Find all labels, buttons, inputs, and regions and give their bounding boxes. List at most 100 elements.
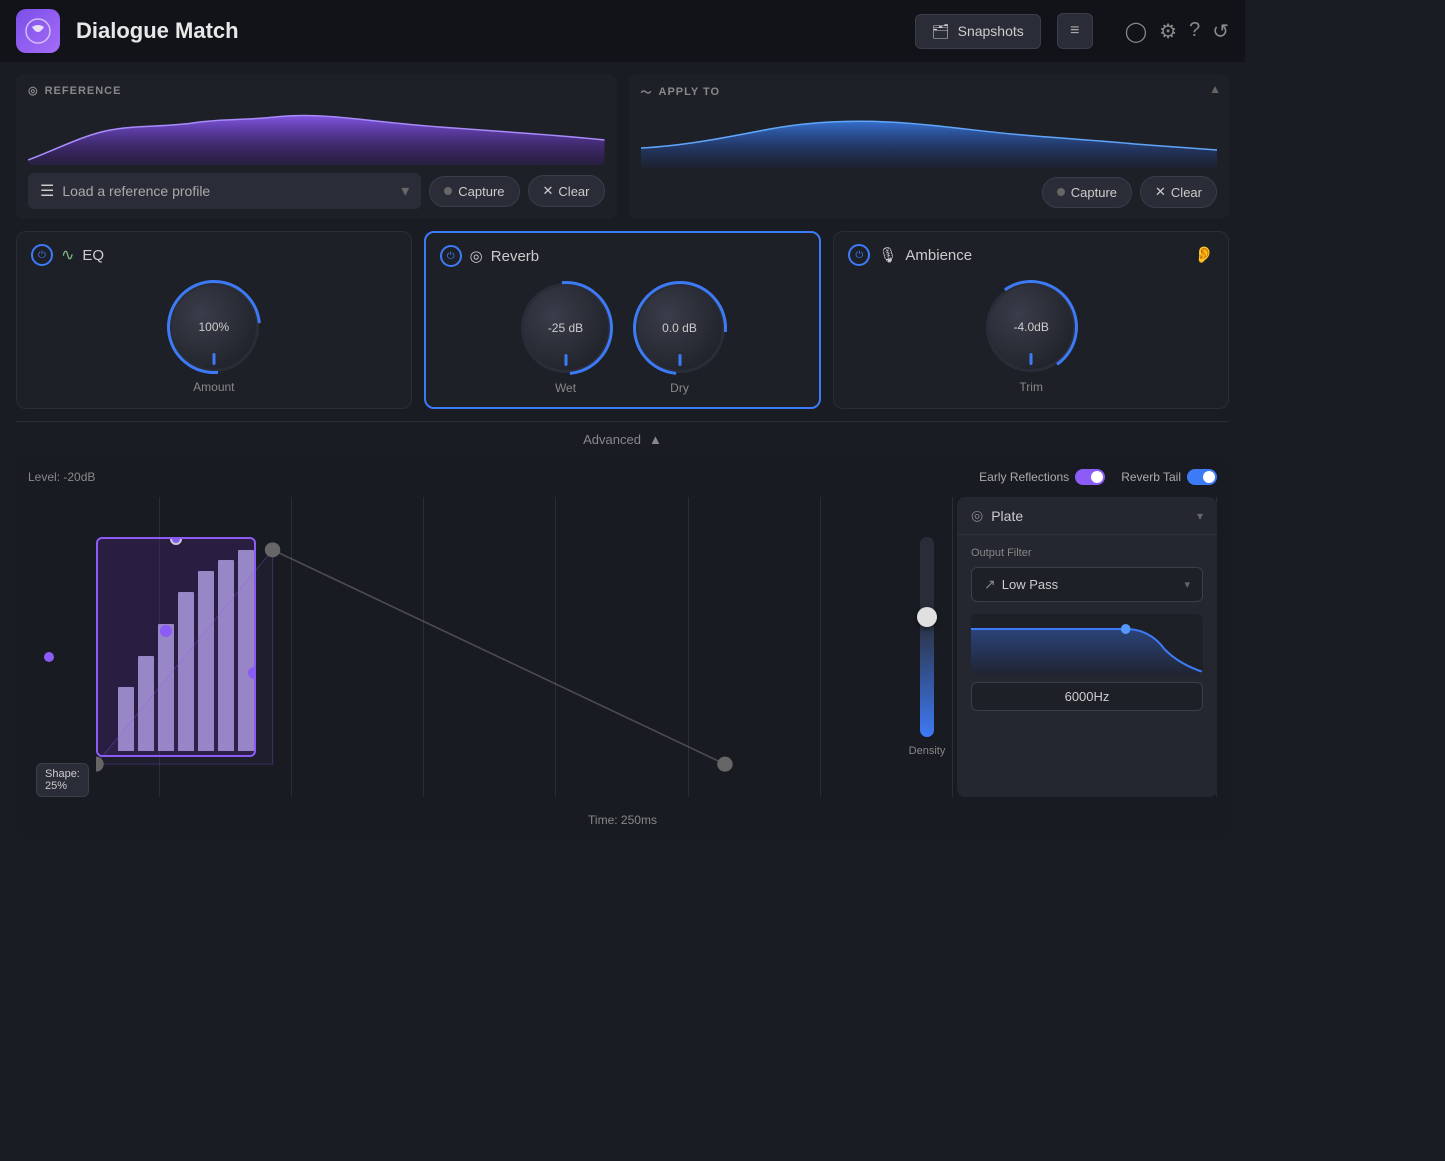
- filter-select-arrow: ▾: [1184, 578, 1190, 591]
- load-profile-dropdown[interactable]: ☰ Load a reference profile ▾: [28, 173, 421, 209]
- reverb-module-header: ⏻ ◎ Reverb: [440, 245, 806, 267]
- reference-label: ◎ REFERENCE: [28, 84, 605, 97]
- reference-clear-button[interactable]: ✕ Clear: [528, 175, 605, 207]
- reverb-icon: ◎: [470, 247, 483, 265]
- ambience-module-header: ⏻ 🎙 Ambience 👂: [848, 244, 1214, 266]
- reverb-wet-value: -25 dB: [548, 321, 583, 335]
- app-title: Dialogue Match: [76, 18, 899, 44]
- vis-toggles: Early Reflections Reverb Tail: [979, 469, 1217, 485]
- reverb-dry-label: Dry: [670, 381, 689, 395]
- chat-icon[interactable]: ◯: [1125, 19, 1147, 44]
- advanced-arrow-icon: ▲: [649, 432, 662, 447]
- reverb-dry-group: 0.0 dB Dry: [635, 283, 725, 395]
- reverb-wet-knob[interactable]: -25 dB: [521, 283, 611, 373]
- density-fill: [920, 617, 934, 737]
- apply-to-capture-button[interactable]: Capture: [1042, 177, 1132, 208]
- filter-frequency-display[interactable]: 6000Hz: [971, 682, 1203, 711]
- help-icon[interactable]: ?: [1189, 19, 1200, 44]
- ambience-power-button[interactable]: ⏻: [848, 244, 870, 266]
- ambience-module: ⏻ 🎙 Ambience 👂 -4.0dB Trim: [833, 231, 1229, 409]
- main-content: ◎ REFERENCE ☰ Loa: [0, 62, 1245, 849]
- apply-to-icon: 〜: [641, 84, 653, 100]
- dropdown-arrow: ▾: [401, 181, 409, 201]
- time-label: Time: 250ms: [588, 813, 657, 827]
- eq-amount-knob[interactable]: 100%: [169, 282, 259, 372]
- reference-waveform: [28, 105, 605, 165]
- reverb-tail-label: Reverb Tail: [1121, 470, 1181, 484]
- apply-to-section: 〜 APPLY TO Captu: [629, 74, 1230, 219]
- ref-apply-row: ◎ REFERENCE ☰ Loa: [16, 74, 1229, 219]
- plate-dropdown-arrow: ▾: [1197, 509, 1203, 523]
- eq-icon: ∿: [61, 245, 74, 265]
- early-reflections-label: Early Reflections: [979, 470, 1069, 484]
- reverb-dry-value: 0.0 dB: [662, 321, 697, 335]
- filter-type-select[interactable]: ↗ Low Pass ▾: [971, 567, 1203, 602]
- vis-top-labels: Level: -20dB Early Reflections Reverb Ta…: [28, 469, 1217, 485]
- eq-module-body: 100% Amount: [31, 282, 397, 394]
- apply-to-waveform: [641, 108, 1218, 168]
- reverb-power-button[interactable]: ⏻: [440, 245, 462, 267]
- density-label: Density: [909, 745, 946, 757]
- undo-icon[interactable]: ↺: [1212, 19, 1229, 44]
- early-reflections-toggle: Early Reflections: [979, 469, 1105, 485]
- eq-title: EQ: [82, 247, 104, 264]
- clear-x-icon: ✕: [543, 183, 554, 199]
- eq-amount-value: 100%: [198, 320, 229, 334]
- ambience-module-body: -4.0dB Trim: [848, 282, 1214, 394]
- reverb-wet-group: -25 dB Wet: [521, 283, 611, 395]
- shape-dot-indicator: [44, 652, 54, 662]
- reverb-tail-pill[interactable]: [1187, 469, 1217, 485]
- ear-icon: 👂: [1194, 245, 1214, 265]
- reverb-visualizer: Level: -20dB Early Reflections Reverb Ta…: [16, 457, 1229, 837]
- top-bar: Dialogue Match 🗂 Snapshots ≡ ◯ ⚙ ? ↺: [0, 0, 1245, 62]
- shape-dot: [44, 652, 54, 662]
- density-slider-group: Density: [897, 497, 957, 797]
- output-filter-section: Output Filter ↗ Low Pass ▾: [957, 535, 1217, 723]
- shape-badge: Shape: 25%: [36, 763, 89, 797]
- hamburger-icon: ≡: [1070, 22, 1079, 40]
- reverb-module-body: -25 dB Wet 0.0 dB Dry: [440, 283, 806, 395]
- collapse-button[interactable]: ▲: [1209, 82, 1221, 96]
- eq-module-header: ⏻ ∿ EQ: [31, 244, 397, 266]
- density-thumb[interactable]: [917, 607, 937, 627]
- ambience-trim-knob[interactable]: -4.0dB: [986, 282, 1076, 372]
- reverb-wet-label: Wet: [555, 381, 576, 395]
- reverb-tail-toggle: Reverb Tail: [1121, 469, 1217, 485]
- clear-x-icon-apply: ✕: [1155, 184, 1166, 200]
- advanced-header[interactable]: Advanced ▲: [16, 421, 1229, 447]
- snapshots-button[interactable]: 🗂 Snapshots: [915, 14, 1041, 49]
- reverb-module: ⏻ ◎ Reverb -25 dB Wet 0.0 dB: [424, 231, 822, 409]
- load-profile-text: Load a reference profile: [62, 183, 210, 199]
- output-filter-label: Output Filter: [971, 547, 1203, 559]
- reference-controls: ☰ Load a reference profile ▾ Capture ✕ C…: [28, 173, 605, 209]
- eq-amount-label: Amount: [193, 380, 234, 394]
- decay-peak-handle: [265, 542, 280, 557]
- reference-icon: ◎: [28, 84, 39, 97]
- plate-panel-header[interactable]: ◎ Plate ▾: [957, 497, 1217, 535]
- reverb-dry-knob[interactable]: 0.0 dB: [635, 283, 725, 373]
- menu-icon: ☰: [40, 181, 54, 201]
- reference-capture-button[interactable]: Capture: [429, 176, 519, 207]
- snapshots-icon: 🗂: [932, 23, 950, 40]
- density-track[interactable]: [920, 537, 934, 737]
- eq-module: ⏻ ∿ EQ 100% Amount: [16, 231, 412, 409]
- advanced-label: Advanced: [583, 432, 641, 447]
- gear-icon[interactable]: ⚙: [1159, 19, 1177, 44]
- plate-title: Plate: [991, 508, 1189, 524]
- ambience-trim-group: -4.0dB Trim: [986, 282, 1076, 394]
- snapshots-label: Snapshots: [958, 23, 1024, 39]
- apply-to-clear-button[interactable]: ✕ Clear: [1140, 176, 1217, 208]
- filter-type-text: Low Pass: [1002, 577, 1179, 592]
- eq-power-button[interactable]: ⏻: [31, 244, 53, 266]
- early-reflections-pill[interactable]: [1075, 469, 1105, 485]
- ambience-title: Ambience: [905, 247, 972, 264]
- modules-row: ⏻ ∿ EQ 100% Amount ⏻ ◎ Reverb: [16, 231, 1229, 409]
- apply-to-label: 〜 APPLY TO: [641, 84, 1218, 100]
- decay-line-svg: [96, 507, 736, 807]
- app-logo: [16, 9, 60, 53]
- ambience-trim-value: -4.0dB: [1013, 320, 1048, 334]
- ambience-icon: 🎙: [878, 246, 897, 264]
- top-icon-group: ◯ ⚙ ? ↺: [1125, 19, 1229, 44]
- hamburger-button[interactable]: ≡: [1057, 13, 1093, 49]
- level-label: Level: -20dB: [28, 470, 95, 484]
